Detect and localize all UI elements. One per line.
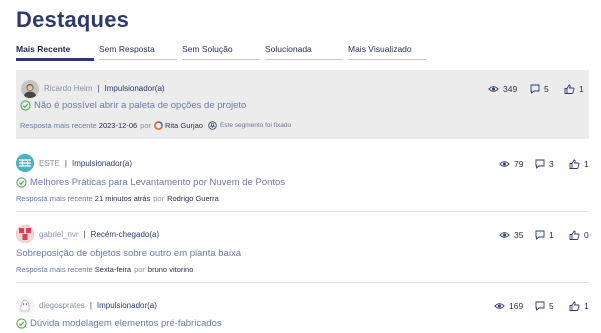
avatar[interactable] [16, 296, 34, 314]
comment-icon [535, 230, 545, 240]
comment-icon [535, 301, 545, 311]
reply-label: Resposta mais recente [16, 194, 93, 203]
post-meta: ESTE | Impulsionador(a) [39, 159, 133, 168]
comment-count-value: 3 [549, 159, 554, 169]
comment-count: 3 [535, 159, 554, 169]
comment-count-value: 5 [549, 301, 554, 311]
tab-mais-recente[interactable]: Mais Recente [16, 44, 94, 61]
like-count-value: 0 [584, 230, 589, 240]
tab-label: Mais Visualizado [348, 44, 412, 54]
post-item[interactable]: gabriel_nvr | Recém-chegado(a) Sobreposiçã… [16, 218, 589, 280]
thumbs-up-icon [569, 230, 580, 240]
author-role: Impulsionador(a) [96, 301, 157, 310]
divider [16, 211, 589, 212]
like-count[interactable]: 1 [564, 84, 584, 94]
author-role: Impulsionador(a) [104, 84, 165, 93]
latest-reply: Resposta mais recente Sexta-feira por brun… [16, 265, 193, 274]
solved-check-icon [16, 177, 27, 188]
reply-author[interactable]: Rita Gurjao [165, 121, 203, 130]
author-name[interactable]: ESTE [39, 159, 60, 168]
author-name[interactable]: gabriel_nvr [39, 230, 79, 239]
comment-count: 5 [535, 301, 554, 311]
tab-sem-solucao[interactable]: Sem Solução [182, 44, 260, 60]
post-item[interactable]: ESTE | Impulsionador(a) Melhores Práticas … [16, 147, 589, 209]
author-name[interactable]: Ricardo Heim [44, 84, 92, 93]
page-title: Destaques [16, 7, 130, 32]
like-count-value: 1 [584, 301, 589, 311]
eye-icon [488, 86, 499, 92]
view-count-value: 169 [509, 301, 524, 311]
reply-by: por [134, 265, 145, 274]
eye-icon [499, 232, 510, 238]
reply-time[interactable]: Sexta-feira [95, 265, 131, 274]
thumbs-up-icon [569, 301, 580, 311]
reply-label: Resposta mais recente [20, 121, 97, 130]
like-count[interactable]: 0 [569, 230, 589, 240]
like-count-value: 1 [584, 159, 589, 169]
tab-label: Sem Solução [182, 44, 233, 54]
tab-mais-visualizado[interactable]: Mais Visualizado [348, 44, 426, 60]
reply-time[interactable]: 21 minutos atrás [95, 194, 150, 203]
view-count: 349 [488, 84, 517, 94]
author-role: Recém-chegado(a) [90, 230, 160, 239]
like-count-value: 1 [579, 84, 584, 94]
comment-count: 5 [530, 84, 549, 94]
post-title-text: Não é possível abrir a paleta de opções … [34, 100, 247, 111]
post-meta: Ricardo Heim | Impulsionador(a) [44, 84, 165, 93]
post-title-text: Sobreposição de objetos sobre outro em p… [16, 248, 241, 259]
reply-author[interactable]: bruno vitorino [148, 265, 193, 274]
pinned-note-text: Este segmento foi fixado [219, 122, 292, 129]
author-role: Impulsionador(a) [71, 159, 133, 168]
view-count: 35 [499, 230, 523, 240]
avatar[interactable] [21, 80, 39, 98]
comment-count: 1 [535, 230, 554, 240]
reply-label: Resposta mais recente [16, 265, 93, 274]
pin-icon [208, 121, 217, 130]
latest-reply: Resposta mais recente 2023-12-06 por Rita… [20, 121, 291, 130]
author-name[interactable]: diegosprates [39, 301, 85, 310]
post-meta: gabriel_nvr | Recém-chegado(a) [39, 230, 160, 239]
view-count-value: 79 [514, 159, 524, 169]
tab-sem-resposta[interactable]: Sem Resposta [99, 44, 177, 60]
view-count-value: 349 [503, 84, 518, 94]
like-count[interactable]: 1 [569, 159, 589, 169]
comment-count-value: 1 [549, 230, 554, 240]
post-item[interactable]: diegosprates | Impulsionador(a) Dúvida mod… [16, 289, 589, 333]
view-count: 169 [494, 301, 523, 311]
tab-label: Solucionada [265, 44, 312, 54]
post-title[interactable]: Sobreposição de objetos sobre outro em p… [16, 248, 241, 259]
post-title-text: Melhores Práticas para Levantamento por … [30, 177, 286, 188]
reply-author[interactable]: Rodrigo Guerra [167, 194, 219, 203]
reply-by: por [153, 194, 165, 203]
solved-check-icon [16, 318, 27, 329]
divider [16, 282, 589, 283]
tab-label: Sem Resposta [99, 44, 155, 54]
comment-icon [530, 84, 540, 94]
view-count: 79 [499, 159, 523, 169]
post-title[interactable]: Melhores Práticas para Levantamento por … [16, 177, 285, 188]
reply-time[interactable]: 2023-12-06 [99, 121, 137, 130]
post-item[interactable]: Ricardo Heim | Impulsionador(a) Não é poss… [16, 70, 589, 139]
post-title[interactable]: Não é possível abrir a paleta de opções … [20, 100, 246, 111]
post-meta: diegosprates | Impulsionador(a) [39, 301, 157, 310]
reply-by: por [140, 121, 152, 130]
thumbs-up-icon [569, 159, 580, 169]
tab-label: Mais Recente [16, 44, 71, 54]
avatar[interactable] [16, 225, 34, 243]
avatar[interactable] [16, 154, 34, 172]
thumbs-up-icon [564, 84, 575, 94]
like-count[interactable]: 1 [569, 301, 589, 311]
solved-check-icon [20, 100, 31, 111]
eye-icon [499, 161, 510, 167]
latest-reply: Resposta mais recente 21 minutos atrás po… [16, 194, 219, 203]
reply-avatar-icon [154, 121, 163, 130]
pinned-note: Este segmento foi fixado [208, 121, 291, 130]
post-title-text: Dúvida modelagem elementos pré-fabricado… [30, 318, 222, 329]
eye-icon [494, 303, 505, 309]
post-title[interactable]: Dúvida modelagem elementos pré-fabricado… [16, 318, 222, 329]
comment-icon [535, 159, 545, 169]
view-count-value: 35 [514, 230, 524, 240]
comment-count-value: 5 [544, 84, 549, 94]
tab-solucionada[interactable]: Solucionada [265, 44, 343, 60]
